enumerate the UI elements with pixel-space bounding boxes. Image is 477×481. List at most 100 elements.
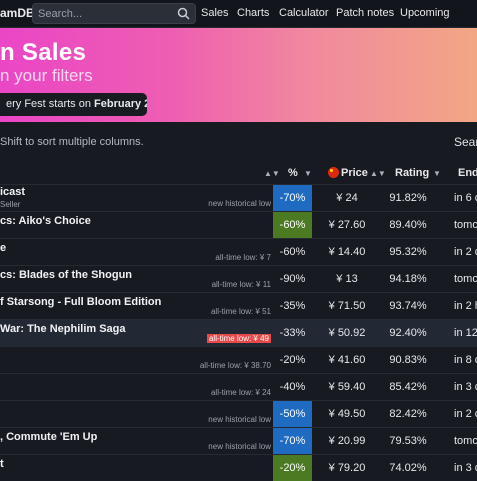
game-name[interactable]: icast	[0, 186, 25, 198]
page-title: n Sales	[0, 39, 87, 66]
table-header: ▲▼ % ▼ Price ▲▼ Rating ▼ Ends	[0, 162, 477, 184]
discount-cell: -60%	[279, 246, 306, 258]
table-row[interactable]: f Starsong - Full Bloom Edition all-time …	[0, 292, 477, 319]
top-navbar: amDB Sales Charts Calculator Patch notes…	[0, 0, 477, 28]
header-price[interactable]: Price	[328, 167, 368, 179]
ends-cell: in 2 c	[454, 408, 477, 420]
table-row[interactable]: , Commute 'Em Up new historical low -70% ¥ …	[0, 427, 477, 454]
price-history-note: all-time low: ¥ 49	[206, 334, 271, 343]
rating-cell: 82.42%	[389, 408, 427, 420]
game-name[interactable]: War: The Nephilim Saga	[0, 323, 126, 335]
ends-cell: tomo	[454, 219, 477, 231]
rating-cell: 79.53%	[389, 435, 427, 447]
price-cell: ¥ 49.50	[328, 408, 366, 420]
sort-arrows-icon[interactable]: ▲▼	[264, 169, 280, 178]
ends-cell: tomo	[454, 435, 477, 447]
sort-desc-icon[interactable]: ▼	[304, 169, 312, 178]
rating-cell: 91.82%	[389, 192, 427, 204]
table-row[interactable]: all-time low: ¥ 24 -40% ¥ 59.40 85.42% in 3 …	[0, 373, 477, 400]
hero-banner: n Sales n your filters ery Fest starts o…	[0, 28, 477, 122]
search-icon[interactable]	[177, 7, 190, 20]
game-name[interactable]: e	[0, 242, 6, 254]
discount-cell: -50%	[273, 401, 312, 427]
fest-announcement[interactable]: ery Fest starts on February 20th	[0, 93, 147, 116]
table-row[interactable]: icast Seller new historical low -70% ¥ 24 91.…	[0, 184, 477, 211]
page-subtitle: n your filters	[0, 66, 93, 85]
price-cell: ¥ 50.92	[328, 327, 366, 339]
china-flag-icon	[328, 167, 339, 178]
ends-cell: tomo	[454, 273, 477, 285]
nav-patch-notes[interactable]: Patch notes	[336, 7, 394, 19]
ends-cell: in 2 h	[454, 300, 477, 312]
nav-charts[interactable]: Charts	[237, 7, 269, 19]
fest-date: February 20th	[94, 98, 147, 110]
search-input[interactable]	[33, 4, 173, 23]
price-history-note: all-time low: ¥ 51	[210, 307, 271, 316]
price-cell: ¥ 41.60	[328, 354, 366, 366]
rating-cell: 85.42%	[389, 381, 427, 393]
price-cell: ¥ 24	[336, 192, 358, 204]
seller-badge: Seller	[0, 200, 21, 209]
price-cell: ¥ 79.20	[328, 462, 366, 474]
rating-cell: 93.74%	[389, 300, 427, 312]
price-cell: ¥ 20.99	[328, 435, 366, 447]
price-history-note: all-time low: ¥ 11	[211, 280, 271, 289]
discount-cell: -90%	[279, 273, 306, 285]
rating-cell: 89.40%	[389, 219, 427, 231]
price-cell: ¥ 13	[336, 273, 358, 285]
discount-cell: -70%	[273, 185, 312, 211]
table-row[interactable]: all-time low: ¥ 38.70 -20% ¥ 41.60 90.83% in…	[0, 346, 477, 373]
header-ends[interactable]: Ends	[458, 167, 477, 179]
ends-cell: in 8 c	[454, 354, 477, 366]
game-name[interactable]: cs: Aiko's Choice	[0, 215, 91, 227]
table-row[interactable]: new historical low -50% ¥ 49.50 82.42% in 2 …	[0, 400, 477, 427]
sort-tip: Shift to sort multiple columns.	[0, 136, 144, 148]
rating-cell: 94.18%	[389, 273, 427, 285]
table-row[interactable]: e all-time low: ¥ 7 -60% ¥ 14.40 95.32% in 2 …	[0, 238, 477, 265]
discount-cell: -70%	[273, 428, 312, 454]
price-history-note: new historical low	[208, 199, 271, 208]
table-row[interactable]: cs: Blades of the Shogun all-time low: ¥ …	[0, 265, 477, 292]
game-name[interactable]: , Commute 'Em Up	[0, 431, 97, 443]
game-name[interactable]: f Starsong - Full Bloom Edition	[0, 296, 161, 308]
table-search-label: Sear	[454, 135, 477, 149]
rating-cell: 74.02%	[389, 462, 427, 474]
ends-cell: in 3 c	[454, 462, 477, 474]
header-discount[interactable]: %	[288, 167, 298, 179]
discount-cell: -60%	[273, 212, 312, 238]
price-history-note: all-time low: ¥ 38.70	[199, 361, 271, 370]
game-name[interactable]: t	[0, 458, 4, 470]
header-price-label: Price	[341, 167, 368, 179]
price-history-note: all-time low: ¥ 24	[210, 388, 271, 397]
price-history-note: new historical low	[208, 442, 271, 451]
price-history-note: all-time low: ¥ 7	[215, 253, 271, 262]
price-cell: ¥ 14.40	[328, 246, 366, 258]
discount-cell: -20%	[273, 455, 312, 481]
ends-cell: in 6 c	[454, 192, 477, 204]
ends-cell: in 12 c	[454, 327, 477, 339]
price-history-note: new historical low	[208, 415, 271, 424]
sort-desc-icon[interactable]: ▼	[433, 169, 441, 178]
header-rating[interactable]: Rating	[395, 167, 429, 179]
price-cell: ¥ 71.50	[328, 300, 366, 312]
discount-cell: -40%	[279, 381, 306, 393]
price-cell: ¥ 59.40	[328, 381, 366, 393]
nav-sales[interactable]: Sales	[201, 7, 229, 19]
nav-calculator[interactable]: Calculator	[279, 7, 329, 19]
ends-cell: in 3 c	[454, 381, 477, 393]
price-cell: ¥ 27.60	[328, 219, 366, 231]
game-name[interactable]: cs: Blades of the Shogun	[0, 269, 132, 281]
ends-cell: in 2 c	[454, 246, 477, 258]
search-box[interactable]	[32, 3, 196, 24]
site-logo[interactable]: amDB	[0, 6, 35, 20]
table-row[interactable]: cs: Aiko's Choice -60% ¥ 27.60 89.40% tomo	[0, 211, 477, 238]
nav-upcoming[interactable]: Upcoming	[400, 7, 450, 19]
rating-cell: 95.32%	[389, 246, 427, 258]
rating-cell: 90.83%	[389, 354, 427, 366]
discount-cell: -33%	[279, 327, 306, 339]
discount-cell: -35%	[279, 300, 306, 312]
fest-text: ery Fest starts on	[6, 98, 95, 110]
table-row[interactable]: War: The Nephilim Saga all-time low: ¥ 49…	[0, 319, 477, 346]
sort-arrows-icon[interactable]: ▲▼	[370, 169, 386, 178]
rating-cell: 92.40%	[389, 327, 427, 339]
